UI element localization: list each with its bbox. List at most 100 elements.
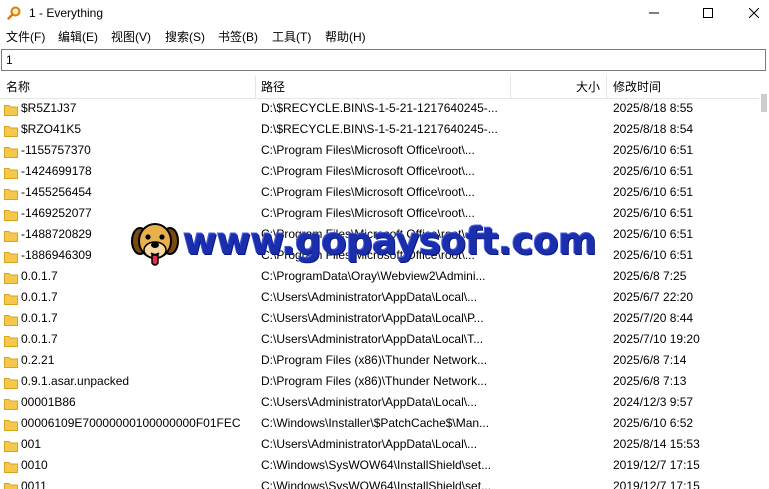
cell-name: $RZO41K5 [21,122,82,136]
cell-size [512,98,600,119]
search-input[interactable] [3,50,767,70]
column-header: 名称 路径 大小 修改时间 [0,76,759,99]
folder-icon [4,480,18,489]
table-row[interactable]: 0.0.1.7 C:\Users\Administrator\AppData\Lo… [0,329,759,350]
column-divider[interactable] [606,76,607,98]
table-row[interactable]: 0.0.1.7 C:\Users\Administrator\AppData\Lo… [0,287,759,308]
folder-icon [4,417,18,431]
table-row[interactable]: 0.9.1.asar.unpacked D:\Program Files (x86… [0,371,759,392]
cell-size [512,161,600,182]
folder-icon [4,165,18,179]
table-row[interactable]: -1424699178 C:\Program Files\Microsoft Of… [0,161,759,182]
folder-icon [4,459,18,473]
column-modified[interactable]: 修改时间 [613,76,753,98]
cell-modified: 2025/7/10 19:20 [613,332,700,346]
folder-icon [4,333,18,347]
cell-modified: 2025/6/10 6:51 [613,227,694,241]
table-row[interactable]: 001 C:\Users\Administrator\AppData\Local\… [0,434,759,455]
folder-icon [4,207,18,221]
cell-name: 0.0.1.7 [21,311,58,325]
table-row[interactable]: 0.0.1.7 C:\ProgramData\Oray\Webview2\Admi… [0,266,759,287]
search-box [1,49,767,71]
cell-size [512,455,600,476]
table-row[interactable]: 0011 C:\Windows\SysWOW64\InstallShield\se… [0,476,759,489]
magnifier-icon [7,6,21,20]
table-row[interactable]: 0.2.21 D:\Program Files (x86)\Thunder Net… [0,350,759,371]
cell-modified: 2025/6/8 7:25 [613,269,687,283]
cell-name: 0.9.1.asar.unpacked [21,374,130,388]
menu-edit[interactable]: 编辑(E) [58,29,98,46]
window-title: 1 - Everything [29,6,104,20]
cell-path: C:\ProgramData\Oray\Webview2\Admini... [261,269,486,283]
cell-size [512,329,600,350]
cell-name: -1424699178 [21,164,92,178]
folder-icon [4,270,18,284]
cell-path: C:\Program Files\Microsoft Office\root\.… [261,185,475,199]
table-row[interactable]: $RZO41K5 D:\$RECYCLE.BIN\S-1-5-21-1217640… [0,119,759,140]
cell-path: C:\Program Files\Microsoft Office\root\.… [261,227,475,241]
close-button[interactable] [731,0,769,26]
table-row[interactable]: -1155757370 C:\Program Files\Microsoft Of… [0,140,759,161]
table-row[interactable]: $R5Z1J37 D:\$RECYCLE.BIN\S-1-5-21-1217640… [0,98,759,119]
cell-modified: 2025/6/10 6:51 [613,185,694,199]
table-row[interactable]: -1488720829 C:\Program Files\Microsoft Of… [0,224,759,245]
cell-size [512,224,600,245]
scrollbar-thumb[interactable] [761,94,767,112]
cell-size [512,182,600,203]
maximize-icon [703,8,713,18]
table-row[interactable]: 00001B86 C:\Users\Administrator\AppData\L… [0,392,759,413]
table-row[interactable]: -1886946309 C:\Program Files\Microsoft Of… [0,245,759,266]
cell-size [512,476,600,489]
cell-modified: 2025/7/20 8:44 [613,311,694,325]
column-divider[interactable] [255,76,256,98]
column-size[interactable]: 大小 [512,76,600,98]
cell-size [512,308,600,329]
cell-path: C:\Users\Administrator\AppData\Local\T..… [261,332,484,346]
table-row[interactable]: 00006109E70000000100000000F01FEC C:\Windo… [0,413,759,434]
column-path[interactable]: 路径 [261,76,509,98]
table-row[interactable]: 0010 C:\Windows\SysWOW64\InstallShield\se… [0,455,759,476]
column-name[interactable]: 名称 [6,76,254,98]
menu-file[interactable]: 文件(F) [6,29,45,46]
minimize-icon [649,12,659,14]
maximize-button[interactable] [685,0,731,26]
cell-name: -1155757370 [21,143,91,157]
table-row[interactable]: -1455256454 C:\Program Files\Microsoft Of… [0,182,759,203]
cell-path: D:\Program Files (x86)\Thunder Network..… [261,353,488,367]
table-row[interactable]: 0.0.1.7 C:\Users\Administrator\AppData\Lo… [0,308,759,329]
cell-path: C:\Users\Administrator\AppData\Local\... [261,437,478,451]
cell-size [512,350,600,371]
folder-icon [4,438,18,452]
cell-path: D:\$RECYCLE.BIN\S-1-5-21-1217640245-... [261,101,498,115]
title-bar[interactable]: 1 - Everything [0,0,769,26]
cell-size [512,392,600,413]
menu-tools[interactable]: 工具(T) [272,29,311,46]
cell-path: C:\Users\Administrator\AppData\Local\... [261,395,478,409]
folder-icon [4,375,18,389]
menu-search[interactable]: 搜索(S) [165,29,205,46]
table-row[interactable]: -1469252077 C:\Program Files\Microsoft Of… [0,203,759,224]
cell-modified: 2025/6/10 6:52 [613,416,694,430]
minimize-button[interactable] [631,0,677,26]
cell-path: C:\Program Files\Microsoft Office\root\.… [261,164,475,178]
folder-icon [4,249,18,263]
cell-size [512,266,600,287]
cell-name: 00001B86 [21,395,76,409]
cell-modified: 2025/8/14 15:53 [613,437,700,451]
menu-bookmarks[interactable]: 书签(B) [218,29,258,46]
cell-modified: 2025/6/10 6:51 [613,143,694,157]
vertical-scrollbar[interactable] [759,76,769,489]
cell-size [512,203,600,224]
cell-size [512,140,600,161]
cell-path: D:\$RECYCLE.BIN\S-1-5-21-1217640245-... [261,122,498,136]
cell-size [512,287,600,308]
cell-path: C:\Program Files\Microsoft Office\root\.… [261,206,475,220]
cell-path: C:\Users\Administrator\AppData\Local\... [261,290,478,304]
menu-help[interactable]: 帮助(H) [325,29,366,46]
folder-icon [4,123,18,137]
column-divider[interactable] [510,76,511,98]
menu-view[interactable]: 视图(V) [111,29,151,46]
menu-bar: 文件(F) 编辑(E) 视图(V) 搜索(S) 书签(B) 工具(T) 帮助(H… [0,27,769,48]
folder-icon [4,312,18,326]
cell-name: 001 [21,437,42,451]
